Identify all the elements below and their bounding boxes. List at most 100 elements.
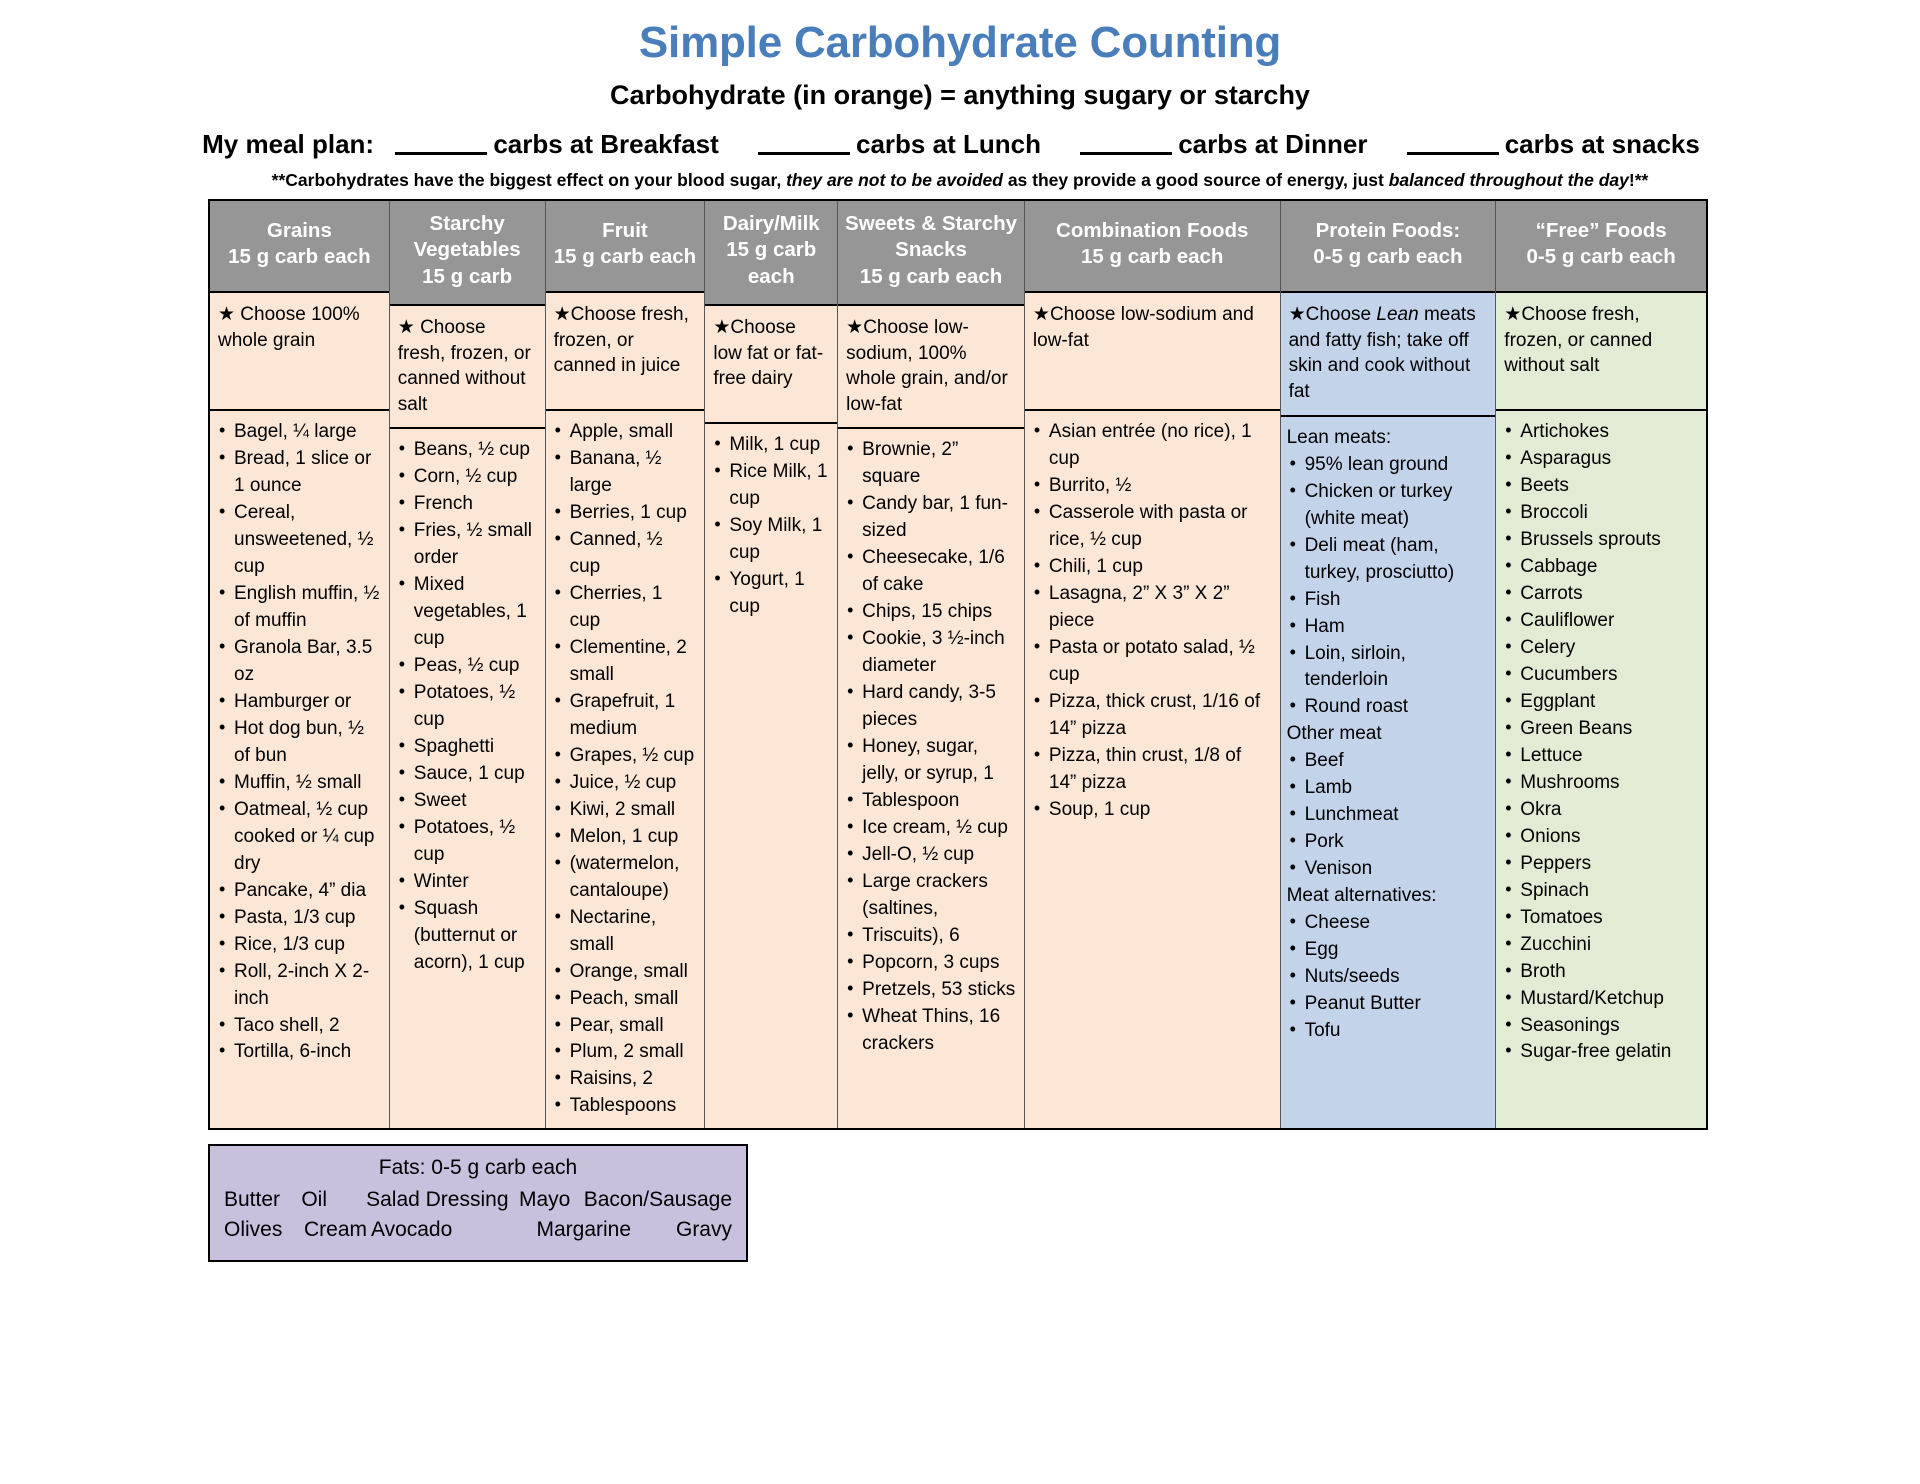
meal-plan-dinner-label: carbs at Dinner	[1178, 129, 1368, 160]
list-item: Ice cream, ½ cup	[842, 814, 1018, 842]
meal-plan-snacks-label: carbs at snacks	[1504, 129, 1700, 160]
fats-item: Gravy	[675, 1218, 732, 1242]
choose-note-emphasis: Lean	[1376, 304, 1419, 326]
group-label-meat-alternatives: Meat alternatives:	[1286, 885, 1437, 907]
fats-item: Avocado	[370, 1218, 453, 1242]
list-item: Winter	[394, 868, 539, 896]
list-item: Bread, 1 slice or 1 ounce	[214, 445, 383, 500]
list-item: Zucchini	[1500, 931, 1700, 959]
list-item: Clementine, 2 small	[550, 634, 699, 689]
list-item: Loin, sirloin, tenderloin	[1285, 640, 1490, 695]
list-item: Pear, small	[550, 1012, 699, 1040]
list-item: Beef	[1285, 747, 1490, 775]
list-item: Deli meat (ham, turkey, prosciutto)	[1285, 532, 1490, 587]
list-item: Sugar-free gelatin	[1500, 1038, 1700, 1066]
meal-plan-blank-dinner[interactable]	[1080, 152, 1173, 156]
list-item: Peppers	[1500, 850, 1700, 878]
list-item: Fish	[1285, 586, 1490, 614]
list-item: Broccoli	[1500, 499, 1700, 527]
list-item: Banana, ½ large	[550, 445, 699, 500]
list-item: Granola Bar, 3.5 oz	[214, 634, 383, 689]
list-item: Cucumbers	[1500, 661, 1700, 689]
choose-note-combination-foods: ★Choose low-sodium and low-fat	[1024, 293, 1280, 412]
list-item: Muffin, ½ small	[214, 769, 383, 797]
header-title-line2: 0-5 g carb each	[1313, 245, 1463, 269]
page-title: Simple Carbohydrate Counting	[638, 18, 1282, 67]
list-item: Brussels sprouts	[1500, 526, 1700, 554]
list-item: Milk, 1 cup	[709, 431, 831, 459]
list-item: Sauce, 1 cup	[394, 760, 539, 788]
header-title-line2: 15 g carb each	[553, 245, 697, 269]
list-item: Pork	[1285, 828, 1490, 856]
fats-title: Fats: 0-5 g carb each	[378, 1156, 578, 1180]
column-header-combination-foods: Combination Foods 15 g carb each	[1024, 201, 1280, 294]
list-item: Pasta or potato salad, ½ cup	[1029, 634, 1274, 689]
fats-row-2: Olives Cream Avocado Margarine Gravy	[224, 1218, 732, 1242]
list-item: Large crackers (saltines,	[842, 868, 1018, 923]
list-item: French	[394, 490, 539, 518]
list-item: Egg	[1285, 936, 1490, 964]
list-item: Tablespoon	[842, 787, 1018, 815]
column-header-fruit: Fruit 15 g carb each	[545, 201, 705, 294]
list-item: Round roast	[1285, 693, 1490, 721]
list-item: Carrots	[1500, 580, 1700, 608]
list-item: Hot dog bun, ½ of bun	[214, 715, 383, 770]
meal-plan-blank-lunch[interactable]	[758, 152, 851, 156]
list-item: Peach, small	[550, 985, 699, 1013]
fats-item: Olives	[224, 1218, 283, 1242]
list-item: Lunchmeat	[1285, 801, 1490, 829]
header-title-line2: 15 g carb each	[1081, 245, 1224, 269]
meal-plan-blank-snacks[interactable]	[1406, 152, 1499, 156]
list-item: Ham	[1285, 613, 1490, 641]
list-item: Hamburger or	[214, 688, 383, 716]
list-item: Asian entrée (no rice), 1 cup	[1029, 418, 1274, 473]
list-item: Pizza, thick crust, 1/16 of 14” pizza	[1029, 688, 1274, 743]
list-item: Berries, 1 cup	[550, 499, 699, 527]
header-title-line1: Sweets & Starchy Snacks	[845, 212, 1018, 262]
disclaimer-emphasis-2: balanced throughout the day	[1388, 170, 1629, 191]
column-header-free-foods: “Free” Foods 0-5 g carb each	[1496, 201, 1707, 294]
list-item: Potatoes, ½ cup	[394, 814, 539, 869]
meal-plan-blank-breakfast[interactable]	[395, 152, 488, 156]
header-title-line2: 15 g carb each	[228, 245, 371, 269]
list-item: Yogurt, 1 cup	[709, 566, 831, 621]
list-item: Triscuits), 6	[842, 922, 1018, 950]
list-item: Onions	[1500, 823, 1700, 851]
list-item: Pretzels, 53 sticks	[842, 976, 1018, 1004]
list-item: Candy bar, 1 fun-sized	[842, 490, 1018, 545]
column-grains: Grains 15 g carb each ★ Choose 100% whol…	[210, 201, 390, 1129]
list-item: Orange, small	[550, 958, 699, 986]
header-title-line2: 0-5 g carb each	[1526, 245, 1676, 269]
list-item: Nuts/seeds	[1285, 963, 1490, 991]
list-item: Soy Milk, 1 cup	[709, 512, 831, 567]
choose-note-grains: ★ Choose 100% whole grain	[210, 293, 389, 412]
choose-note-protein-foods: ★Choose Lean meats and fatty fish; take …	[1280, 293, 1496, 417]
list-item: Green Beans	[1500, 715, 1700, 743]
list-item: Mixed vegetables, 1 cup	[394, 571, 539, 653]
list-item: Broth	[1500, 958, 1700, 986]
fats-item: Butter	[224, 1188, 281, 1212]
list-item: Taco shell, 2	[214, 1012, 383, 1040]
list-item: Seasonings	[1500, 1012, 1700, 1040]
list-item: Brownie, 2” square	[842, 436, 1018, 491]
fats-item: Cream	[303, 1218, 367, 1242]
list-item: Pasta, 1/3 cup	[214, 904, 383, 932]
list-item: Bagel, ¼ large	[214, 418, 383, 446]
fats-item: Mayo	[518, 1188, 571, 1212]
disclaimer-note: **Carbohydrates have the biggest effect …	[180, 170, 1740, 191]
column-header-grains: Grains 15 g carb each	[210, 201, 389, 294]
list-item: Lettuce	[1500, 742, 1700, 770]
choose-note-prefix: ★Choose	[1288, 304, 1377, 326]
list-item: Lamb	[1285, 774, 1490, 802]
list-item: Apple, small	[550, 418, 699, 446]
list-item: Mushrooms	[1500, 769, 1700, 797]
meal-plan-lunch-label: carbs at Lunch	[856, 129, 1041, 160]
disclaimer-part2: as they provide a good source of energy,…	[1007, 170, 1384, 191]
fats-item: Bacon/Sausage	[583, 1188, 733, 1212]
list-item: Potatoes, ½ cup	[394, 679, 539, 734]
header-title-line1: Protein Foods:	[1315, 218, 1461, 242]
list-item: Cereal, unsweetened, ½ cup	[214, 499, 383, 581]
list-item: Pancake, 4” dia	[214, 877, 383, 905]
fats-item: Margarine	[536, 1218, 632, 1242]
choose-note-free-foods: ★Choose fresh, frozen, or canned without…	[1496, 293, 1707, 412]
